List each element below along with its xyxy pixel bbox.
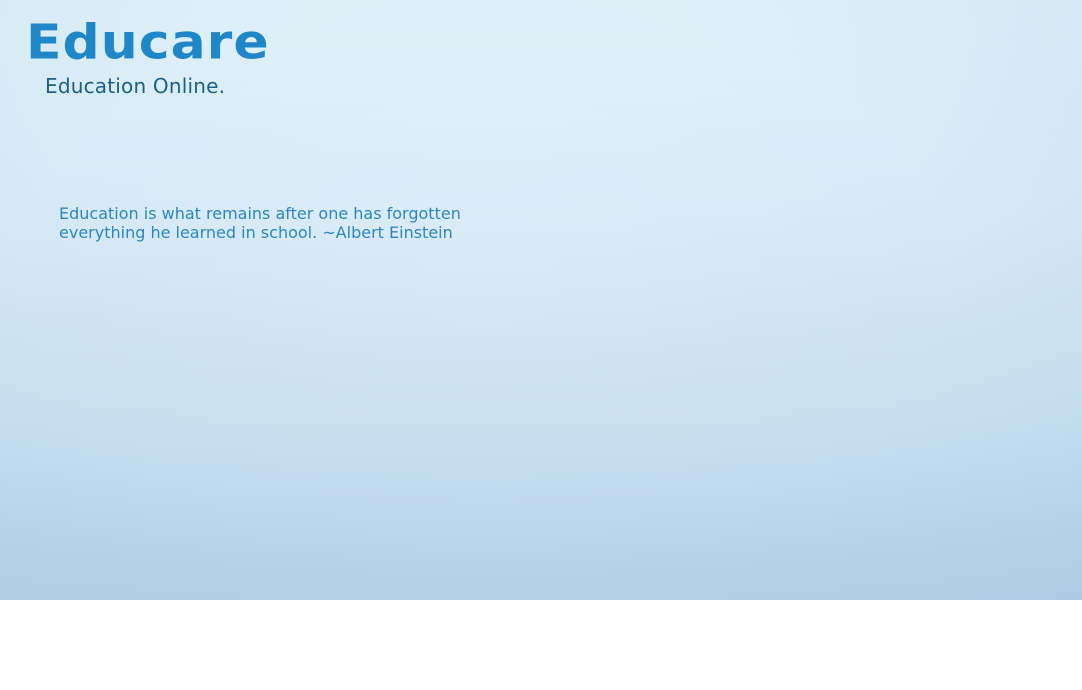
content-area bbox=[0, 600, 1082, 690]
site-logo[interactable]: Educare Education Online. bbox=[26, 18, 286, 98]
page: Educare Education Online. Education is w… bbox=[0, 0, 1082, 690]
logo-tagline: Education Online. bbox=[45, 74, 226, 98]
quote-line-2: everything he learned in school. ~Albert… bbox=[59, 223, 453, 242]
logo-title: Educare bbox=[26, 15, 270, 71]
quote-line-1: Education is what remains after one has … bbox=[59, 204, 461, 223]
hero-banner: Educare Education Online. Education is w… bbox=[0, 0, 1082, 600]
hero-quote: Education is what remains after one has … bbox=[59, 204, 499, 242]
